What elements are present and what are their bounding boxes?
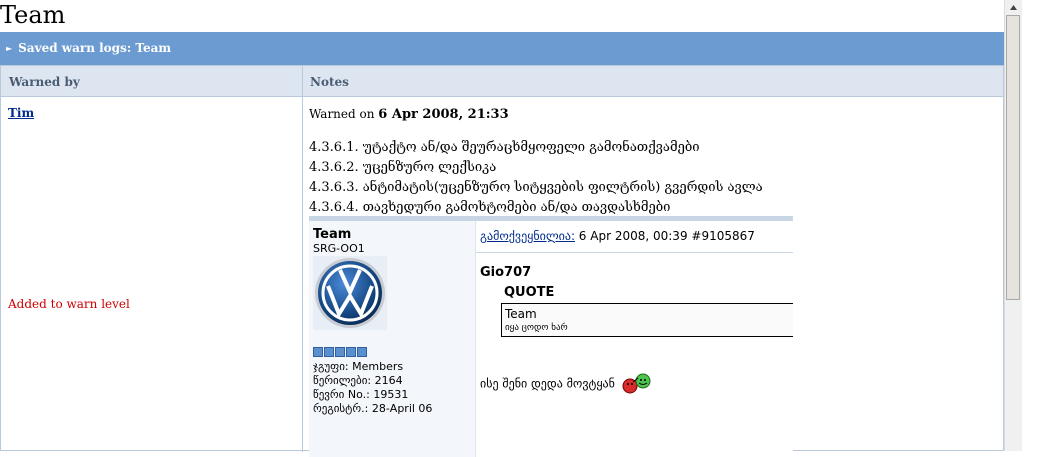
rules-list: 4.3.6.1. უტაქტო ან/და შეურაცხმყოფელი გამ… [309, 138, 763, 218]
volkswagen-logo-icon [315, 258, 385, 328]
author-group-id: SRG-OO1 [313, 242, 365, 255]
column-warned-by: Warned by [9, 75, 80, 89]
arrow-up-icon [1010, 5, 1017, 10]
avatar [313, 256, 387, 330]
author-posts: წერილები: 2164 [313, 374, 403, 387]
column-notes: Notes [310, 75, 349, 89]
section-title: Saved warn logs: Team [18, 41, 172, 55]
post-message-text: ისე შენი დედა მოვტყან [480, 376, 615, 391]
quoted-post: Team SRG-OO1 ჯგუფი: Members წერილები: 21… [309, 216, 793, 457]
right-margin [1022, 0, 1043, 451]
quote-title: QUOTE [504, 285, 555, 300]
post-body: გამოქვეყნილია: 6 Apr 2008, 00:39 #910586… [476, 221, 793, 457]
author-name: Team [313, 227, 352, 242]
warned-on-label: Warned on [309, 107, 375, 121]
author-info: ჯგუფი: Members წერილები: 2164 წევრი No.:… [313, 360, 432, 416]
posted-date: 6 Apr 2008, 00:39 #9105867 [574, 229, 755, 243]
column-divider [302, 66, 303, 452]
author-group: ჯგუფი: Members [313, 360, 404, 373]
section-header[interactable]: ► Saved warn logs: Team [0, 32, 1004, 65]
scrollbar-thumb[interactable] [1006, 15, 1020, 300]
post-message: ისე შენი დედა მოვტყან [480, 373, 653, 395]
expand-arrow-icon[interactable]: ► [6, 32, 12, 65]
author-registered: რეგისტრ.: 28-April 06 [313, 402, 433, 415]
rule-item: 4.3.6.1. უტაქტო ან/და შეურაცხმყოფელი გამ… [309, 140, 700, 155]
quote-author: Gio707 [480, 265, 532, 280]
warned-by-user-link[interactable]: Tim [8, 106, 34, 120]
scroll-up-button[interactable] [1005, 0, 1022, 15]
post-divider [476, 252, 793, 253]
posted-label-link[interactable]: გამოქვეყნილია: [480, 229, 575, 243]
warn-level-change: Added to warn level [8, 297, 130, 311]
rule-item: 4.3.6.4. თავხედური გამოხტომები ან/და თავ… [309, 200, 671, 215]
page-title: Team [0, 1, 66, 29]
rule-item: 4.3.6.2. უცენზურო ლექსიკა [309, 160, 497, 175]
post-meta: გამოქვეყნილია: 6 Apr 2008, 00:39 #910586… [480, 229, 755, 243]
warn-log-table: Warned by Notes Tim Added to warn level … [0, 65, 1004, 457]
author-member-no: წევრი No.: 19531 [313, 388, 409, 401]
rank-pips [313, 347, 368, 357]
author-profile: Team SRG-OO1 ჯგუფი: Members წერილები: 21… [309, 221, 476, 457]
table-header: Warned by Notes [1, 66, 1003, 97]
rule-item: 4.3.6.3. ანტიმატის(უცენზურო სიტყვების ფი… [309, 180, 763, 195]
vertical-scrollbar[interactable] [1004, 0, 1022, 451]
quote-inner-text: იყა ცოდო ხარ [505, 323, 568, 333]
smiley-icon [622, 373, 651, 394]
warned-on-line: Warned on 6 Apr 2008, 21:33 [309, 107, 509, 122]
quote-content: Team იყა ცოდო ხარ [501, 303, 793, 337]
quote-inner-author: Team [505, 307, 537, 321]
warned-on-date: 6 Apr 2008, 21:33 [378, 107, 509, 122]
